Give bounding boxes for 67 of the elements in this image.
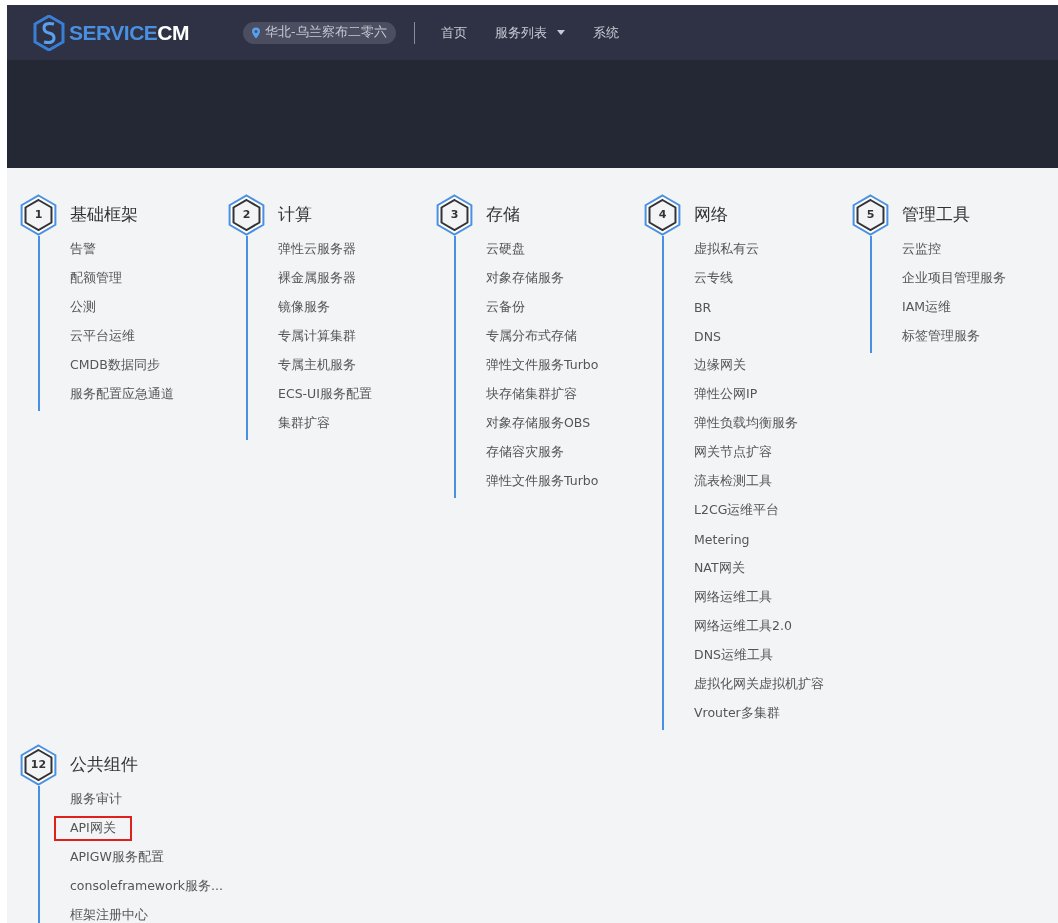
section-number: 3 [450,209,459,221]
service-link[interactable]: 网络运维工具2.0 [694,616,792,637]
section-number: 4 [658,209,667,221]
section-number: 5 [866,209,875,221]
service-link[interactable]: 虚拟私有云 [694,239,759,260]
logo-wordmark: SERVICECM [69,20,189,45]
service-link[interactable]: 对象存储服务 [486,268,564,289]
service-link[interactable]: 云备份 [486,297,525,318]
section-title: 计算 [278,204,313,226]
service-link[interactable]: 块存储集群扩容 [486,384,577,405]
service-link[interactable]: 网络运维工具 [694,587,772,608]
service-link[interactable]: NAT网关 [694,558,745,579]
service-link[interactable]: 专属计算集群 [278,326,356,347]
service-link[interactable]: 边缘网关 [694,355,746,376]
service-link[interactable]: 流表检测工具 [694,471,772,492]
service-link[interactable]: 云硬盘 [486,239,525,260]
service-link[interactable]: 公测 [70,297,96,318]
section-title: 公共组件 [70,754,139,776]
service-link[interactable]: Vrouter多集群 [694,703,780,724]
service-link[interactable]: 弹性文件服务Turbo [486,471,599,492]
service-link[interactable]: API网关 [56,818,130,839]
service-link[interactable]: 专属主机服务 [278,355,356,376]
service-link[interactable]: 服务配置应急通道 [70,384,174,405]
service-link[interactable]: 裸金属服务器 [278,268,356,289]
service-link[interactable]: 云专线 [694,268,733,289]
service-link[interactable]: 集群扩容 [278,413,330,434]
section-number: 12 [30,759,47,771]
service-link[interactable]: APIGW服务配置 [70,847,164,868]
service-link[interactable]: 配额管理 [70,268,122,289]
service-link[interactable]: 虚拟化网关虚拟机扩容 [694,674,824,695]
service-link[interactable]: 网关节点扩容 [694,442,772,463]
service-link[interactable]: 云平台运维 [70,326,135,347]
service-link[interactable]: DNS [694,327,721,346]
section-title: 存储 [486,204,521,226]
service-link[interactable]: 企业项目管理服务 [902,268,1006,289]
section-number: 1 [34,209,43,221]
service-link[interactable]: consoleframework服务... [70,876,223,897]
region-selector[interactable]: 华北-乌兰察布二零六 [243,21,396,44]
service-link[interactable]: BR [694,298,712,317]
nav-menu-item[interactable]: 服务列表 [480,17,579,48]
service-link[interactable]: L2CG运维平台 [694,500,780,521]
service-link[interactable]: 告警 [70,239,96,260]
service-link[interactable]: 弹性负载均衡服务 [694,413,798,434]
service-link[interactable]: IAM运维 [902,297,952,318]
nav-menu-item[interactable]: 首页 [426,17,481,48]
nav-menu-item[interactable]: 系统 [578,17,633,48]
service-link[interactable]: CMDB数据同步 [70,355,160,376]
location-pin-icon [251,26,261,39]
section-title: 管理工具 [902,204,971,226]
service-link[interactable]: 存储容灾服务 [486,442,564,463]
service-link[interactable]: 标签管理服务 [902,326,980,347]
service-link[interactable]: DNS运维工具 [694,645,773,666]
service-link[interactable]: 弹性文件服务Turbo [486,355,599,376]
section-title: 基础框架 [70,204,139,226]
service-link[interactable]: 云监控 [902,239,941,260]
service-link[interactable]: ECS-UI服务配置 [278,384,372,405]
service-link[interactable]: 镜像服务 [278,297,330,318]
service-link[interactable]: 框架注册中心 [70,905,148,923]
service-link[interactable]: 弹性云服务器 [278,239,356,260]
section-number: 2 [242,209,251,221]
service-link[interactable]: Metering [694,530,750,549]
section-title: 网络 [694,204,729,226]
service-link[interactable]: 服务审计 [70,789,122,810]
logo-icon [33,14,65,51]
service-link[interactable]: 专属分布式存储 [486,326,577,347]
service-link[interactable]: 弹性公网IP [694,384,758,405]
service-link[interactable]: 对象存储服务OBS [486,413,591,434]
